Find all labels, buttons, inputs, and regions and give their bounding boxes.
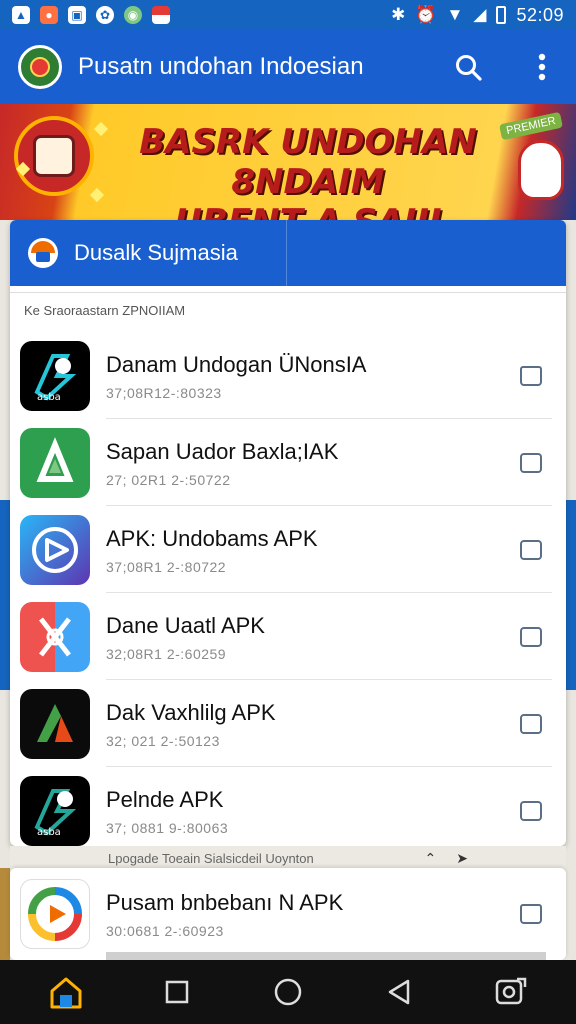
background-strip-bottom bbox=[0, 868, 10, 960]
select-checkbox[interactable] bbox=[520, 365, 542, 386]
home-folder-icon bbox=[26, 236, 60, 270]
green-triangle-icon bbox=[20, 688, 90, 759]
app-subtitle: 32; 021 2-:50123 bbox=[106, 732, 220, 749]
list-item[interactable]: asba Pelnde APK 37; 0881 9-:80063 bbox=[10, 767, 566, 846]
app-icon: ● bbox=[40, 6, 58, 24]
app-title: Dak Vaxhlilg APK bbox=[106, 699, 276, 725]
app-title: Pusam bnbebanı N APK bbox=[106, 890, 344, 915]
mascot-icon bbox=[518, 140, 564, 200]
more-vert-icon bbox=[538, 53, 546, 81]
battery-icon bbox=[496, 6, 507, 24]
banner-line-2: UBENT A SAIII CHGHAIR! bbox=[108, 202, 508, 220]
app-subtitle: 30:0681 2-:60923 bbox=[106, 923, 224, 939]
app-subtitle: 37;08R12-:80323 bbox=[106, 384, 222, 401]
select-checkbox[interactable] bbox=[520, 904, 542, 924]
list-item[interactable]: Pusam bnbebanı N APK 30:0681 2-:60923 bbox=[10, 868, 566, 960]
select-checkbox[interactable] bbox=[520, 452, 542, 473]
promo-banner[interactable]: BASRK UNDOHAN 8NDAIM UBENT A SAIII CHGHA… bbox=[0, 104, 576, 220]
refresh-arrows-icon bbox=[20, 879, 90, 949]
notification-icon: ▲ bbox=[12, 6, 30, 24]
app-title: Pusatn undohan Indoesian bbox=[78, 53, 364, 80]
home-nav-button[interactable] bbox=[42, 968, 90, 1016]
app-title: Danam Undogan ÜNonsIA bbox=[106, 351, 367, 377]
select-checkbox[interactable] bbox=[520, 713, 542, 734]
app-subtitle: 37; 0881 9-:80063 bbox=[106, 819, 229, 836]
app-bar: Pusatn undohan Indoesian bbox=[0, 30, 576, 104]
search-icon bbox=[456, 55, 482, 81]
triangle-play-icon bbox=[20, 427, 90, 498]
app-logo[interactable] bbox=[18, 45, 62, 89]
app-subtitle: 37;08R1 2-:80722 bbox=[106, 558, 227, 575]
flag-icon bbox=[152, 6, 170, 24]
vpn-icon: ◉ bbox=[124, 6, 142, 24]
stylized-s-icon: asba bbox=[20, 340, 90, 411]
stylized-s-icon: asba bbox=[20, 775, 90, 846]
select-checkbox[interactable] bbox=[520, 539, 542, 560]
alarm-icon: ⏰ bbox=[415, 5, 437, 24]
select-checkbox[interactable] bbox=[520, 626, 542, 647]
wrench-icon bbox=[20, 601, 90, 672]
app-subtitle: 32;08R1 2-:60259 bbox=[106, 645, 227, 662]
banner-line-1: BASRK UNDOHAN 8NDAIM bbox=[139, 122, 477, 202]
image-icon: ▣ bbox=[68, 6, 86, 24]
wifi-icon: ▼ bbox=[446, 5, 464, 24]
status-bar: ▲ ● ▣ ✿ ◉ ✱ ⏰ ▼ ◢ 52:09 bbox=[0, 0, 576, 30]
divider bbox=[106, 952, 546, 960]
overflow-menu-button[interactable] bbox=[526, 51, 558, 83]
play-circle-icon bbox=[20, 514, 90, 585]
list-item[interactable]: Dak Vaxhlilg APK 32; 021 2-:50123 bbox=[10, 680, 566, 767]
chevron-up-icon[interactable]: ⌃ bbox=[425, 850, 437, 867]
svg-text:asba: asba bbox=[37, 827, 61, 838]
home-button[interactable] bbox=[264, 968, 312, 1016]
recents-button[interactable] bbox=[153, 968, 201, 1016]
circle-icon bbox=[274, 978, 302, 1006]
status-notification-icons: ▲ ● ▣ ✿ ◉ bbox=[12, 6, 170, 24]
card-header[interactable]: Dusalk Sujmasia bbox=[10, 220, 566, 286]
screenshot-button[interactable] bbox=[486, 968, 534, 1016]
section-label: Ke Sraoraastarn ZPNOIIAM bbox=[10, 292, 566, 332]
home-icon bbox=[50, 977, 82, 1009]
back-triangle-icon bbox=[388, 979, 410, 1005]
download-list-card: Dusalk Sujmasia Ke Sraoraastarn ZPNOIIAM… bbox=[10, 220, 566, 846]
app-list: asba Danam Undogan ÜNonsIA 37;08R12-:803… bbox=[10, 332, 566, 846]
square-icon bbox=[165, 980, 189, 1004]
app-title: Dane Uaatl APK bbox=[106, 612, 265, 638]
status-time: 52:09 bbox=[516, 4, 564, 25]
cursor-icon: ➤ bbox=[456, 849, 468, 866]
list-item[interactable]: APK: Undobams APK 37;08R1 2-:80722 bbox=[10, 506, 566, 593]
banner-badge-icon bbox=[14, 116, 94, 196]
app-subtitle: 27; 02R1 2-:50722 bbox=[106, 471, 231, 488]
sub-header: Lpogade Toeain Sialsicdeil Uoynton ⌃ ➤ bbox=[10, 846, 566, 870]
banner-headline: BASRK UNDOHAN 8NDAIM UBENT A SAIII CHGHA… bbox=[108, 122, 508, 220]
app-title: Pelnde APK bbox=[106, 786, 224, 812]
list-item[interactable]: asba Danam Undogan ÜNonsIA 37;08R12-:803… bbox=[10, 332, 566, 419]
screenshot-icon bbox=[496, 977, 527, 1005]
sub-header-text: Lpogade Toeain Sialsicdeil Uoynton bbox=[108, 850, 314, 866]
card-title: Dusalk Sujmasia bbox=[74, 240, 238, 265]
search-button[interactable] bbox=[452, 51, 484, 83]
back-button[interactable] bbox=[375, 968, 423, 1016]
list-item[interactable]: Sapan Uador Baxla;IAK 27; 02R1 2-:50722 bbox=[10, 419, 566, 506]
svg-text:asba: asba bbox=[37, 392, 61, 403]
list-item[interactable]: Dane Uaatl APK 32;08R1 2-:60259 bbox=[10, 593, 566, 680]
settings-icon: ✿ bbox=[96, 6, 114, 24]
signal-icon: ◢ bbox=[473, 5, 487, 24]
app-title: APK: Undobams APK bbox=[106, 525, 318, 551]
system-nav-bar bbox=[0, 960, 576, 1024]
app-title: Sapan Uador Baxla;IAK bbox=[106, 438, 339, 464]
bluetooth-icon: ✱ bbox=[391, 5, 406, 24]
select-checkbox[interactable] bbox=[520, 800, 542, 821]
banner-tag: PREMIER bbox=[498, 111, 563, 141]
